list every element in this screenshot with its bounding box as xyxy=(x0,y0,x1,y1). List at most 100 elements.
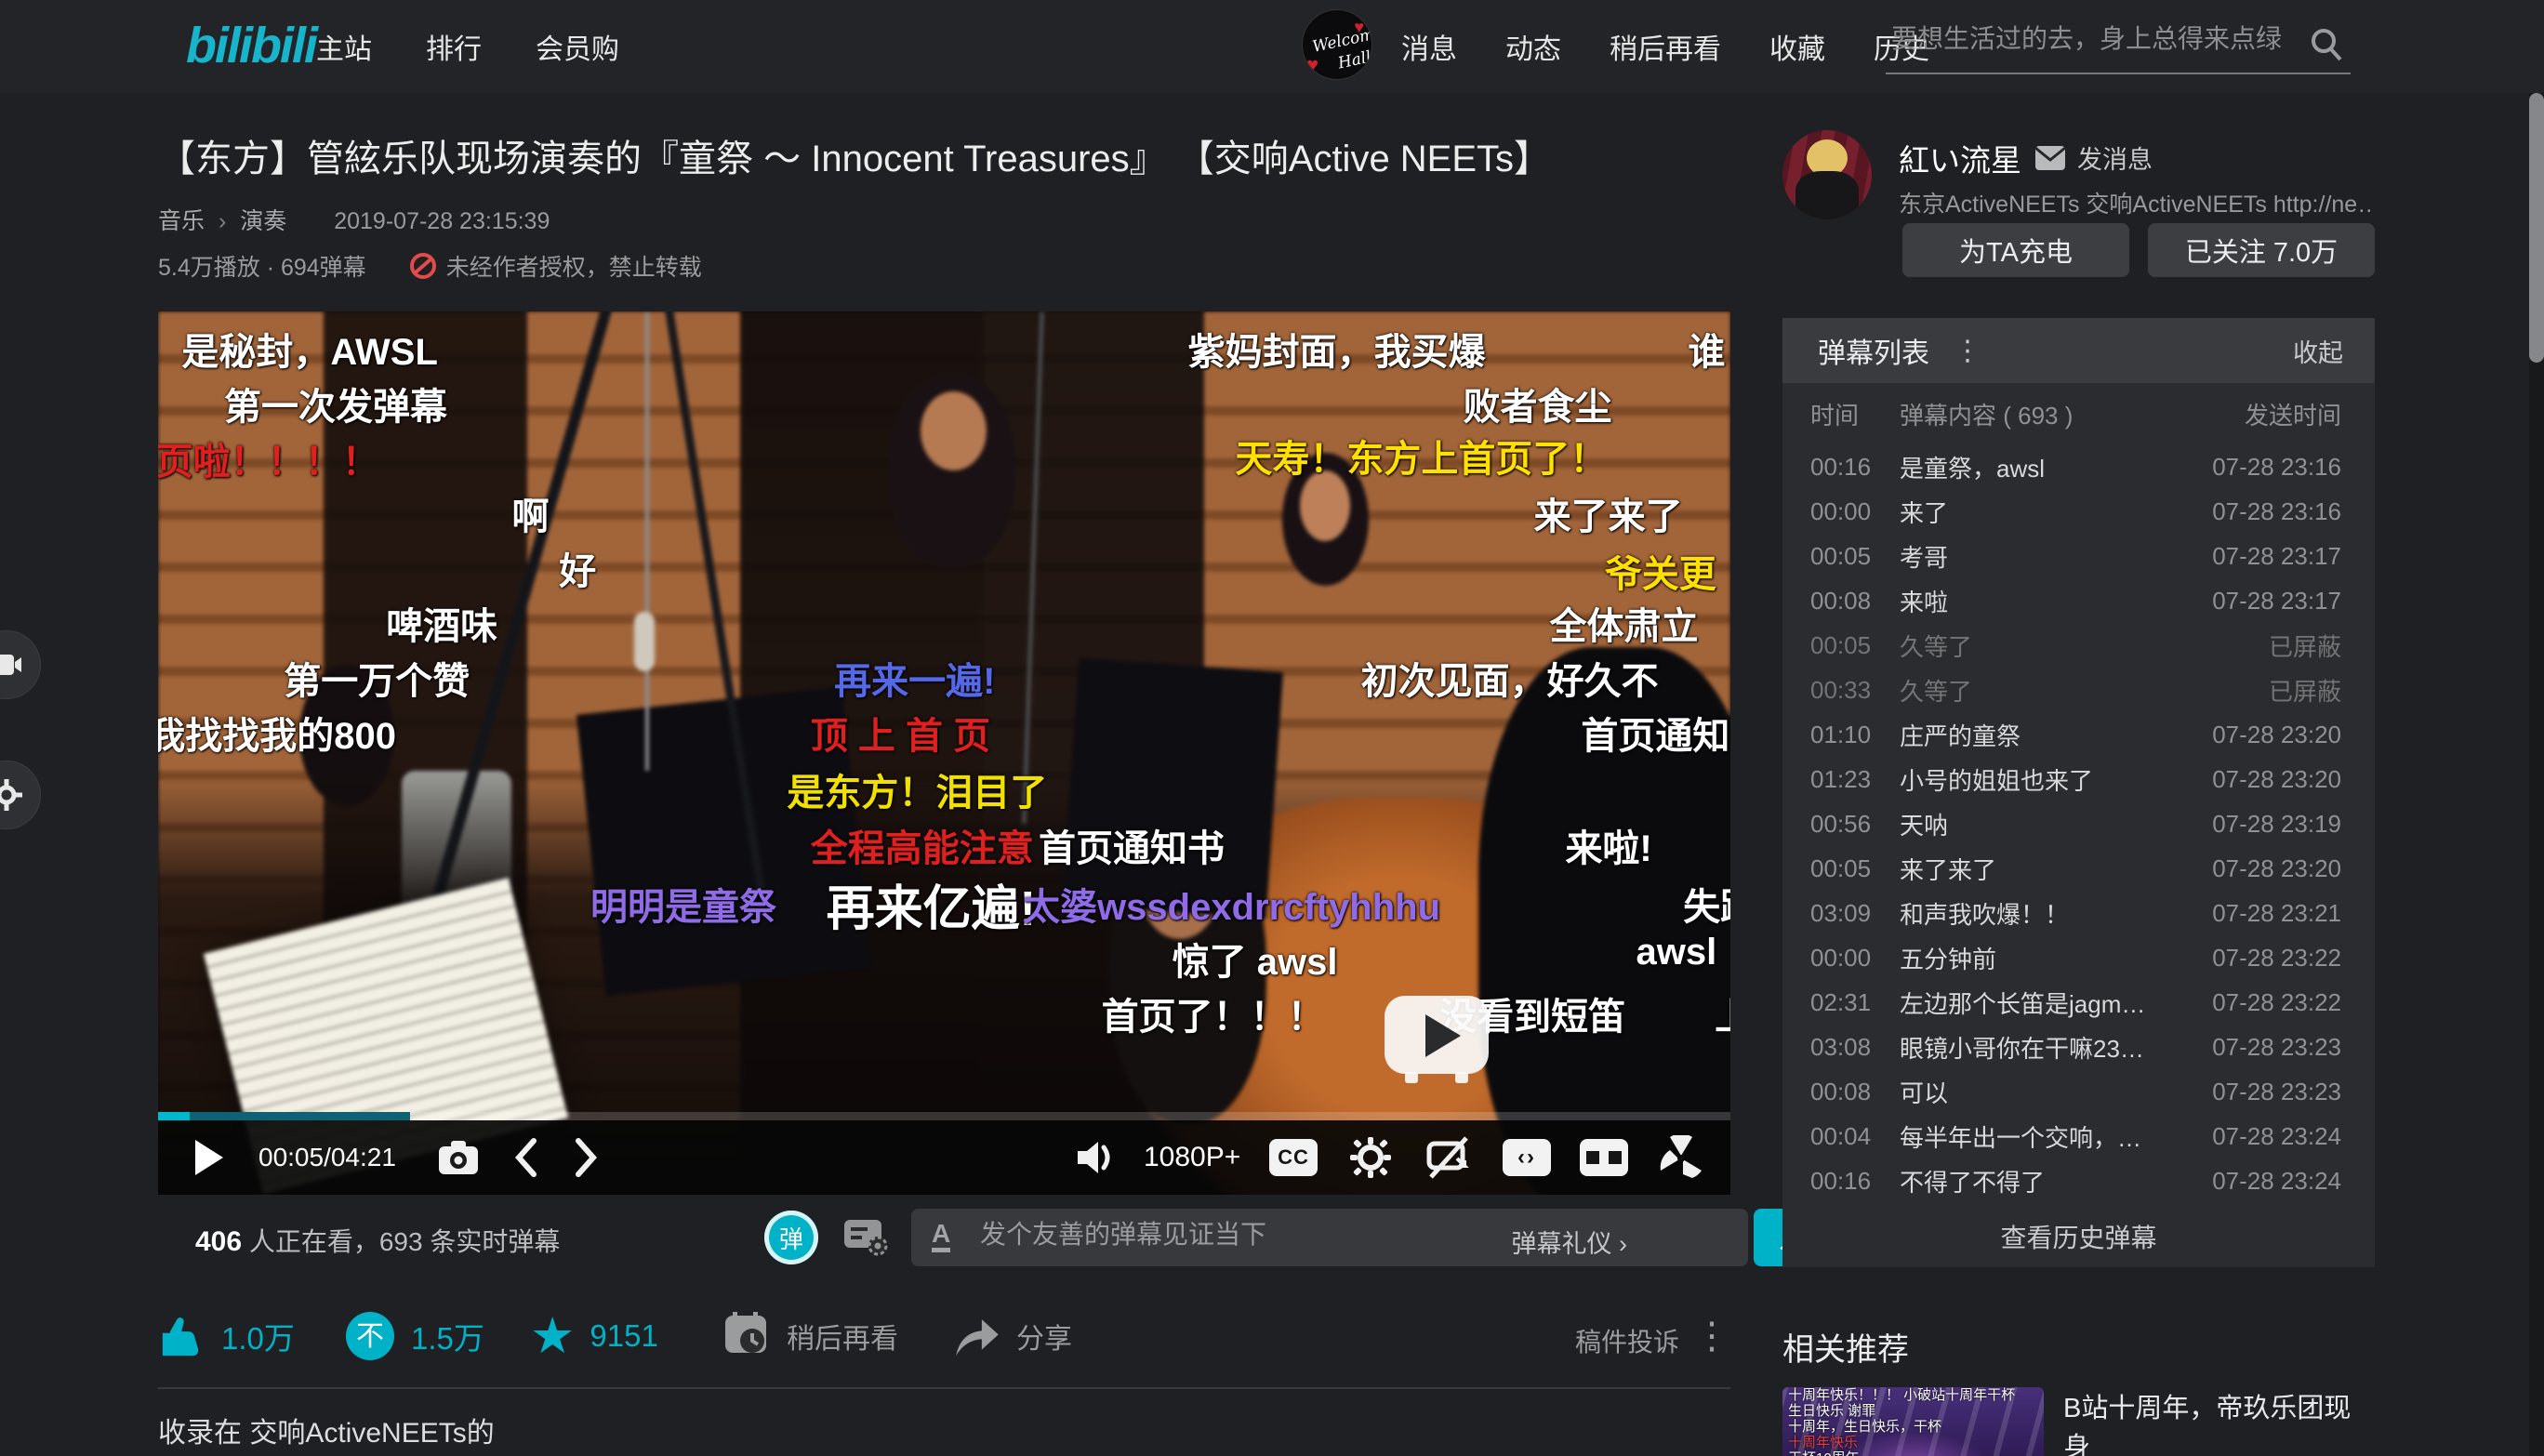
danmaku-list-row[interactable]: 00:04每半年出一个交响，踩着点…07-28 23:24 xyxy=(1782,1114,2375,1158)
danmaku-comment: 紫妈封面，我买爆 xyxy=(1188,322,1486,376)
nav-menu-item-3[interactable]: 收藏 xyxy=(1769,26,1825,67)
nav-menu-item-1[interactable]: 动态 xyxy=(1505,26,1561,67)
page-scrollbar-thumb[interactable] xyxy=(2529,93,2544,363)
volume-button[interactable] xyxy=(1074,1120,1119,1195)
widescreen-button[interactable]: ‹› xyxy=(1503,1120,1551,1195)
danmaku-list-row[interactable]: 00:56天呐07-28 23:19 xyxy=(1782,801,2375,846)
search-input[interactable] xyxy=(1891,24,2291,54)
danmaku-comment: 好 xyxy=(559,541,596,595)
favorite-count: 9151 xyxy=(590,1318,657,1354)
panel-menu-button[interactable]: ⋮ xyxy=(1954,335,1981,367)
breadcrumb-category[interactable]: 音乐 xyxy=(158,208,205,234)
bilibili-logo[interactable]: bilibili xyxy=(186,17,316,74)
followed-button[interactable]: 已关注 7.0万 xyxy=(2148,223,2375,277)
subtitles-button[interactable]: CC xyxy=(1269,1120,1318,1195)
danmaku-input[interactable] xyxy=(980,1220,1557,1250)
collapse-panel-button[interactable]: 收起 xyxy=(2293,333,2343,369)
chevron-right-icon xyxy=(575,1137,599,1178)
danmaku-comment: 是秘封，AWSL xyxy=(181,322,438,376)
send-message-link[interactable]: 发消息 xyxy=(2034,139,2153,176)
volume-icon xyxy=(1074,1138,1119,1177)
danmaku-list-row[interactable]: 01:23小号的姐姐也来了07-28 23:20 xyxy=(1782,757,2375,801)
danmaku-list-row[interactable]: 03:08眼镜小哥你在干嘛2333307-28 23:23 xyxy=(1782,1025,2375,1069)
nav-link-0[interactable]: 主站 xyxy=(316,26,372,67)
danmaku-list-row[interactable]: 02:31左边那个长笛是jagmo跑回…07-28 23:22 xyxy=(1782,980,2375,1025)
heart-icon: ♥ xyxy=(1306,53,1318,77)
danmaku-list-row[interactable]: 00:05考哥07-28 23:17 xyxy=(1782,534,2375,578)
side-float-button-player[interactable] xyxy=(0,630,41,699)
player-settings-button[interactable] xyxy=(1350,1120,1391,1195)
nav-menu-item-2[interactable]: 稍后再看 xyxy=(1610,26,1721,67)
play-button[interactable] xyxy=(195,1120,223,1195)
danmaku-comment: 爷关更 xyxy=(1605,544,1716,598)
nav-link-1[interactable]: 排行 xyxy=(426,26,482,67)
danmaku-list-row[interactable]: 03:09和声我吹爆！！07-28 23:21 xyxy=(1782,891,2375,935)
danmaku-comment: 首页啦！！！！ xyxy=(158,431,379,485)
view-history-danmaku-link[interactable]: 查看历史弹幕 xyxy=(1782,1218,2375,1255)
danmaku-list-row[interactable]: 00:05久等了已屏蔽 xyxy=(1782,623,2375,668)
watch-later-button[interactable]: 稍后再看 xyxy=(723,1304,898,1369)
danmaku-list-row[interactable]: 01:10庄严的童祭07-28 23:20 xyxy=(1782,712,2375,757)
uploader-name[interactable]: 紅い流星 xyxy=(1899,136,2021,180)
mini-player-icon xyxy=(0,651,22,679)
quality-selector[interactable]: 1080P+ xyxy=(1144,1120,1240,1195)
more-options-button[interactable]: ⋮ xyxy=(1693,1315,1730,1357)
progress-bar[interactable] xyxy=(158,1112,1730,1120)
search-icon[interactable] xyxy=(2308,26,2345,63)
play-overlay-button[interactable] xyxy=(1385,996,1489,1074)
prev-part-button[interactable] xyxy=(513,1120,537,1195)
video-title: 【东方】管絃乐队现场演奏的『童祭 ～ Innocent Treasures』 【… xyxy=(158,128,1739,182)
collection-note[interactable]: 收录在 交响ActiveNEETs的 xyxy=(158,1410,495,1450)
bilibili-video-page: bilibili 主站排行会员购 ♥ Welcome Hall ♥ 消息动态稍后… xyxy=(0,0,2544,1456)
danmaku-list-row[interactable]: 00:05来了来了07-28 23:20 xyxy=(1782,846,2375,891)
nav-menu-item-0[interactable]: 消息 xyxy=(1401,26,1457,67)
danmaku-panel-title: 弹幕列表 xyxy=(1818,330,1929,371)
danmaku-list-row[interactable]: 00:33久等了已屏蔽 xyxy=(1782,668,2375,712)
danmaku-list-row[interactable]: 00:16是童祭，awsl07-28 23:16 xyxy=(1782,444,2375,489)
video-stats-row: 5.4万播放 · 694弹幕 未经作者授权，禁止转载 xyxy=(158,249,702,283)
collection-note-clipped[interactable]: 自制系列交响编曲22 「东方交响曲18—我 xyxy=(158,1450,674,1456)
svg-text:不: 不 xyxy=(356,1321,384,1352)
danmaku-display-settings-button[interactable] xyxy=(842,1216,891,1259)
side-float-button-settings[interactable] xyxy=(0,761,41,829)
danmaku-list-row[interactable]: 00:00五分钟前07-28 23:22 xyxy=(1782,935,2375,980)
video-player[interactable]: 是秘封，AWSL紫妈封面，我买爆谁第一次发弹幕败者食尘首页啦！！！！天寿！东方上… xyxy=(158,311,1730,1195)
report-link[interactable]: 稿件投诉 xyxy=(1575,1322,1679,1359)
related-video-title[interactable]: B站十周年，帝玖乐团现身 演奏《入站曲2019》 xyxy=(2063,1389,2376,1456)
next-part-button[interactable] xyxy=(575,1120,599,1195)
coin-button[interactable]: 不 1.5万 xyxy=(344,1304,484,1369)
uploader-avatar[interactable] xyxy=(1782,130,1872,219)
danmaku-list-row[interactable]: 00:08来啦07-28 23:17 xyxy=(1782,578,2375,623)
thumbnail-danmaku-text: 十周年快乐！！！ 小破站十周年干杯 xyxy=(1782,1387,2044,1403)
danmaku-list-row[interactable]: 00:08可以07-28 23:23 xyxy=(1782,1069,2375,1114)
danmaku-toggle[interactable]: 弹 xyxy=(764,1211,818,1264)
danmaku-off-button[interactable] xyxy=(1425,1120,1470,1195)
user-avatar[interactable]: ♥ Welcome Hall ♥ xyxy=(1302,9,1372,80)
progress-buffered xyxy=(158,1112,410,1120)
breadcrumb-subcategory[interactable]: 演奏 xyxy=(240,208,286,234)
thumbnail-danmaku-text: 十周年，生日快乐，干杯 xyxy=(1782,1419,2044,1435)
font-style-icon[interactable]: A xyxy=(932,1220,950,1252)
danmaku-comment: 失踪 xyxy=(1683,877,1730,931)
share-button[interactable]: 分享 xyxy=(953,1304,1072,1369)
related-video-thumbnail[interactable]: 十周年快乐！！！ 小破站十周年干杯生日快乐 谢罪十周年，生日快乐，干杯十周年快乐… xyxy=(1782,1387,2044,1456)
danmaku-list-row[interactable]: 00:16不得了不得了07-28 23:24 xyxy=(1782,1158,2375,1203)
charge-button[interactable]: 为TA充电 xyxy=(1902,223,2129,277)
primary-nav-links: 主站 排行 会员购 xyxy=(316,0,619,93)
danmaku-comment: 全程高能注意 xyxy=(811,818,1034,872)
danmaku-etiquette-link[interactable]: 弹幕礼仪 › xyxy=(1512,1224,1628,1260)
web-fullscreen-icon xyxy=(1580,1139,1628,1176)
danmaku-list-row[interactable]: 00:00来了07-28 23:16 xyxy=(1782,489,2375,534)
favorite-button[interactable]: ★ 9151 xyxy=(530,1304,658,1369)
col-sent-time: 发送时间 xyxy=(2165,397,2341,431)
nav-link-2[interactable]: 会员购 xyxy=(536,26,619,67)
video-actions-row: 1.0万 不 1.5万 ★ 9151 稍后再看 分享 稿件投诉 ⋮ xyxy=(158,1304,1730,1369)
danmaku-settings-icon xyxy=(842,1216,891,1259)
screenshot-button[interactable] xyxy=(437,1120,480,1195)
danmaku-comment: 是东方！泪目了 xyxy=(787,762,1047,816)
current-time: 00:05 xyxy=(258,1143,324,1172)
fullscreen-button[interactable] xyxy=(1659,1120,1703,1195)
like-button[interactable]: 1.0万 xyxy=(158,1304,295,1369)
watch-later-label: 稍后再看 xyxy=(787,1316,898,1357)
web-fullscreen-button[interactable] xyxy=(1580,1120,1628,1195)
